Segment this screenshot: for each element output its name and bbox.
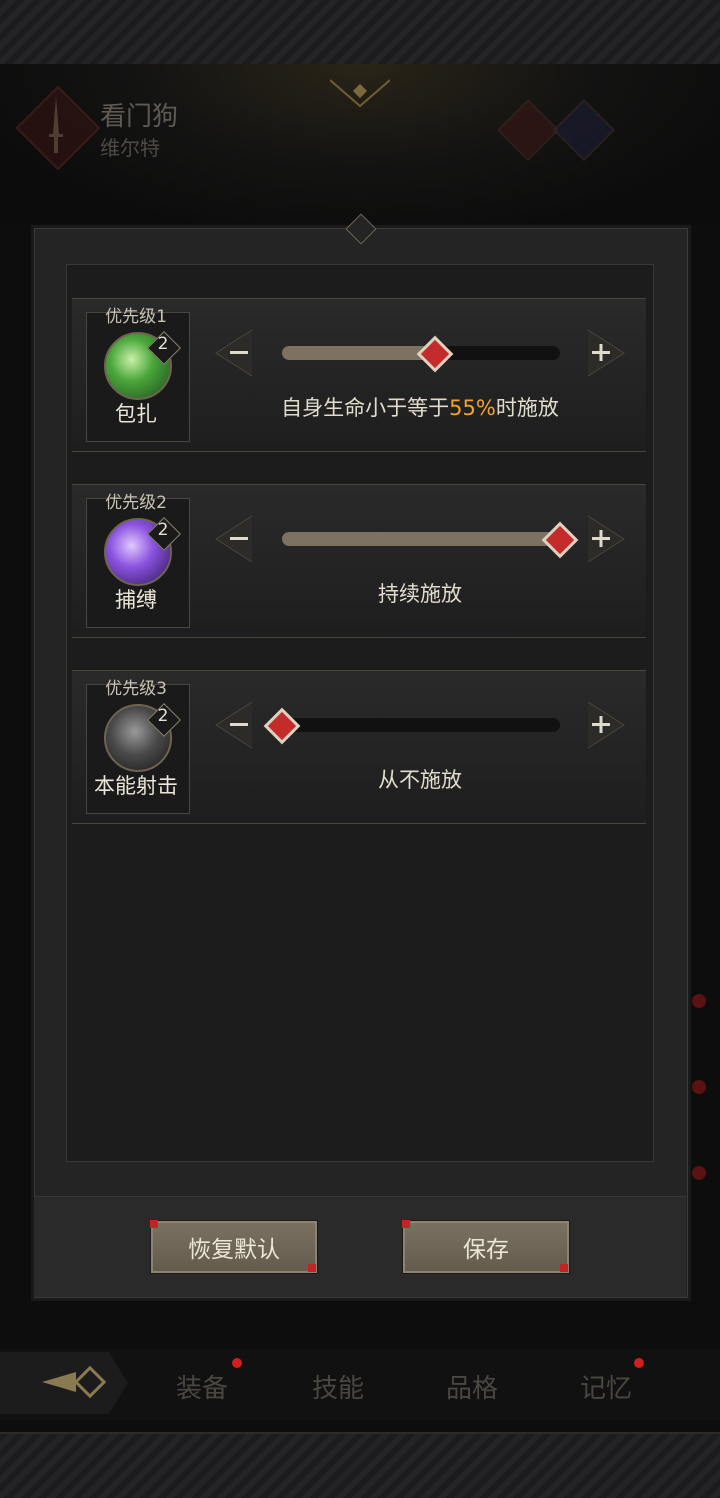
slider-fill bbox=[282, 346, 435, 360]
slider-fill bbox=[282, 532, 560, 546]
button-corner-gem bbox=[150, 1220, 158, 1228]
decrease-button[interactable] bbox=[214, 700, 254, 750]
button-corner-gem bbox=[560, 1264, 568, 1272]
notification-dot bbox=[634, 1358, 644, 1368]
side-indicator-dot bbox=[692, 994, 706, 1008]
skill-name: 包扎 bbox=[115, 402, 157, 426]
cast-threshold-slider[interactable] bbox=[282, 532, 560, 546]
priority-label: 优先级1 bbox=[105, 307, 167, 327]
reset-default-button[interactable]: 恢复默认 bbox=[150, 1220, 318, 1274]
tab-equipment[interactable]: 装备 bbox=[176, 1368, 228, 1405]
dialog-button-bar bbox=[34, 1196, 686, 1297]
notification-dot bbox=[232, 1358, 242, 1368]
character-subtitle: 维尔特 bbox=[100, 136, 160, 160]
cast-condition-text: 持续施放 bbox=[378, 582, 462, 606]
tab-memory[interactable]: 记忆 bbox=[580, 1368, 632, 1405]
back-arrow-icon bbox=[42, 1366, 106, 1398]
sword-icon bbox=[49, 96, 63, 153]
save-button[interactable]: 保存 bbox=[402, 1220, 570, 1274]
tab-character[interactable]: 品格 bbox=[446, 1368, 498, 1405]
button-corner-gem bbox=[308, 1264, 316, 1272]
bottom-frame-decoration bbox=[0, 1432, 720, 1498]
skill-name: 本能射击 bbox=[94, 774, 178, 798]
skill-level: 2 bbox=[157, 520, 169, 540]
decrease-button[interactable] bbox=[214, 514, 254, 564]
skill-name: 捕缚 bbox=[115, 588, 157, 612]
priority-label: 优先级2 bbox=[105, 493, 167, 513]
skill-level: 2 bbox=[157, 706, 169, 726]
increase-button[interactable] bbox=[586, 514, 626, 564]
tab-skills[interactable]: 技能 bbox=[312, 1368, 364, 1405]
button-corner-gem bbox=[402, 1220, 410, 1228]
cast-threshold-slider[interactable] bbox=[282, 718, 560, 732]
increase-button[interactable] bbox=[586, 328, 626, 378]
decrease-button[interactable] bbox=[214, 328, 254, 378]
top-frame-decoration bbox=[0, 0, 720, 66]
side-indicator-dot bbox=[692, 1166, 706, 1180]
side-indicator-dot bbox=[692, 1080, 706, 1094]
cast-condition-text: 自身生命小于等于55%时施放 bbox=[281, 396, 559, 420]
cast-condition-text: 从不施放 bbox=[378, 768, 462, 792]
priority-label: 优先级3 bbox=[105, 679, 167, 699]
increase-button[interactable] bbox=[586, 700, 626, 750]
header-ornament-icon bbox=[330, 79, 390, 108]
character-name: 看门狗 bbox=[100, 102, 179, 132]
skill-level: 2 bbox=[157, 334, 169, 354]
